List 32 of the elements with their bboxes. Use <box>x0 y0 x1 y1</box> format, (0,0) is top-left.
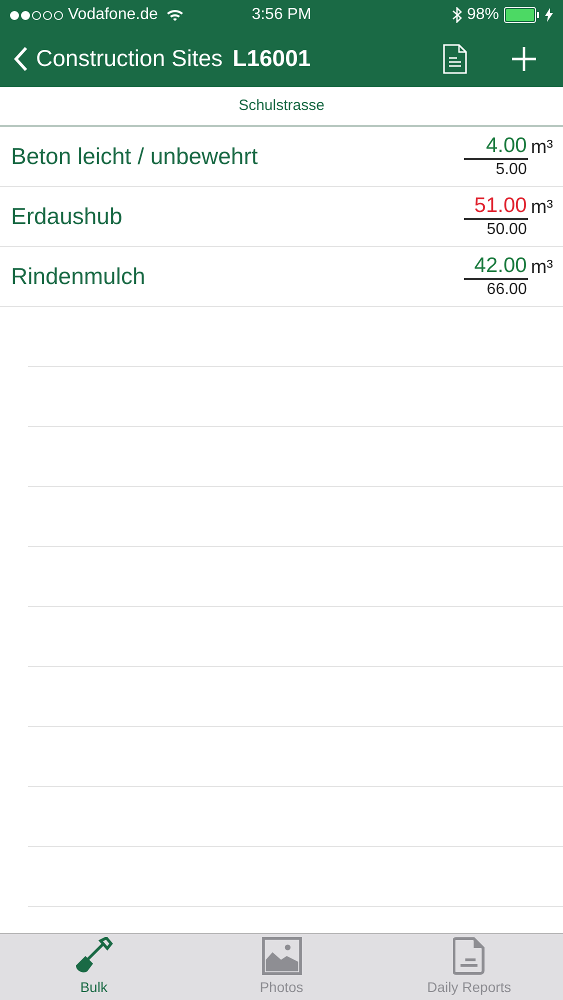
add-icon[interactable] <box>511 46 537 72</box>
clock-time: 3:56 PM <box>252 5 312 25</box>
carrier-name: Vodafone.de <box>68 5 158 25</box>
unit-label: m³ <box>530 256 553 280</box>
landscape-photo-icon <box>262 936 302 974</box>
bluetooth-icon <box>452 7 462 23</box>
planned-quantity: 50.00 <box>486 220 528 240</box>
site-name: Schulstrasse <box>238 96 324 116</box>
document-icon[interactable] <box>443 44 467 74</box>
material-name: Beton leicht / unbewehrt <box>11 142 258 172</box>
material-name: Rindenmulch <box>11 262 146 292</box>
planned-quantity: 66.00 <box>486 280 528 300</box>
unit-label: m³ <box>530 196 553 220</box>
document-icon <box>453 936 486 974</box>
actual-quantity: 4.00 <box>464 134 528 160</box>
material-row[interactable]: Beton leicht / unbewehrt 4.00 5.00 m³ <box>0 127 563 187</box>
battery-icon <box>504 7 540 23</box>
planned-quantity: 5.00 <box>496 160 528 180</box>
material-row[interactable]: Erdaushub 51.00 50.00 m³ <box>0 187 563 247</box>
material-name: Erdaushub <box>11 202 122 232</box>
battery-percentage: 98% <box>466 5 499 25</box>
unit-label: m³ <box>530 136 553 160</box>
shovel-icon <box>74 936 114 974</box>
actual-quantity: 51.00 <box>464 194 528 220</box>
tab-bar-item[interactable]: Bulk <box>0 934 188 1000</box>
material-row[interactable]: Rindenmulch 42.00 66.00 m³ <box>0 247 563 307</box>
actual-quantity: 42.00 <box>464 254 528 280</box>
back-chevron-icon <box>14 46 28 72</box>
charging-icon <box>545 8 553 22</box>
back-button[interactable]: Construction Sites <box>14 41 223 76</box>
screen-title: L16001 <box>232 44 311 74</box>
wifi-icon <box>166 8 184 22</box>
